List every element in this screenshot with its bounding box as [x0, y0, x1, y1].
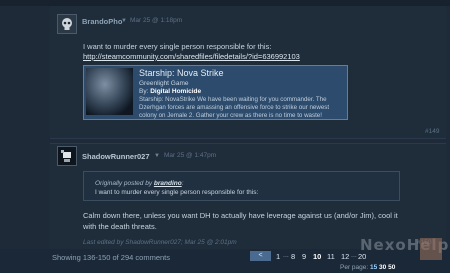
page-link-1[interactable]: 1 — [276, 252, 280, 261]
embed-developer-name: Digital Homicide — [150, 88, 202, 95]
page-link-8[interactable]: 8 — [291, 252, 295, 261]
per-page-label: Per page: — [340, 264, 369, 271]
per-page-30[interactable]: 30 — [379, 264, 386, 271]
chevron-down-icon[interactable]: ▼ — [154, 153, 160, 159]
page-link-9[interactable]: 9 — [302, 252, 306, 261]
comment-text: Calm down there, unless you want DH to a… — [83, 211, 398, 231]
embed-by-label: By: — [139, 88, 151, 95]
chevron-down-icon[interactable]: ▼ — [121, 18, 127, 24]
comment-number[interactable]: #149 — [425, 128, 439, 135]
game-thumbnail[interactable] — [86, 68, 133, 115]
per-page-15[interactable]: 15 — [370, 264, 377, 271]
skull-avatar-icon — [58, 15, 76, 33]
per-page-50[interactable]: 50 — [388, 264, 395, 271]
page-ellipsis: ... — [351, 252, 357, 259]
edited-note: Last edited by ShadowRunner027; Mar 25 @… — [83, 239, 237, 246]
comment-timestamp: Mar 25 @ 1:18pm — [130, 17, 183, 24]
embed-subtitle: Greenlight Game — [139, 80, 189, 87]
dark-avatar-icon — [58, 147, 76, 165]
page-link-10-current[interactable]: 10 — [313, 252, 321, 261]
page-link-12[interactable]: 12 — [341, 252, 349, 261]
embed-developer: By: Digital Homicide — [139, 88, 201, 95]
page-ellipsis: ... — [283, 252, 289, 259]
avatar[interactable] — [57, 14, 77, 34]
quote-header: Originally posted by brandino: — [95, 180, 184, 187]
quote-text: I want to murder every single person res… — [95, 189, 259, 196]
comment-author[interactable]: BrandoPho — [82, 17, 122, 26]
embed-title[interactable]: Starship: Nova Strike — [139, 68, 224, 78]
avatar[interactable] — [57, 146, 77, 166]
per-page-selector: Per page: 15 30 50 — [340, 264, 395, 271]
quote-suffix: : — [181, 180, 184, 187]
comment-author[interactable]: ShadowRunner027 — [82, 152, 150, 161]
watermark-logo-icon — [420, 238, 442, 260]
discussion-page: BrandoPho ▼ Mar 25 @ 1:18pm I want to mu… — [0, 0, 450, 273]
quote-prefix: Originally posted by — [95, 180, 154, 187]
comment-timestamp: Mar 25 @ 1:47pm — [164, 152, 217, 159]
comment-text: I want to murder every single person res… — [83, 42, 272, 51]
quote-author-link[interactable]: brandino — [154, 180, 182, 187]
comment-link[interactable]: http://steamcommunity.com/sharedfiles/fi… — [83, 52, 300, 61]
embed-description: Starship: NovaStrike We have been waitin… — [139, 96, 330, 119]
showing-count: Showing 136-150 of 294 comments — [52, 253, 170, 262]
page-link-11[interactable]: 11 — [327, 252, 335, 261]
prev-page-button[interactable]: < — [250, 251, 271, 261]
